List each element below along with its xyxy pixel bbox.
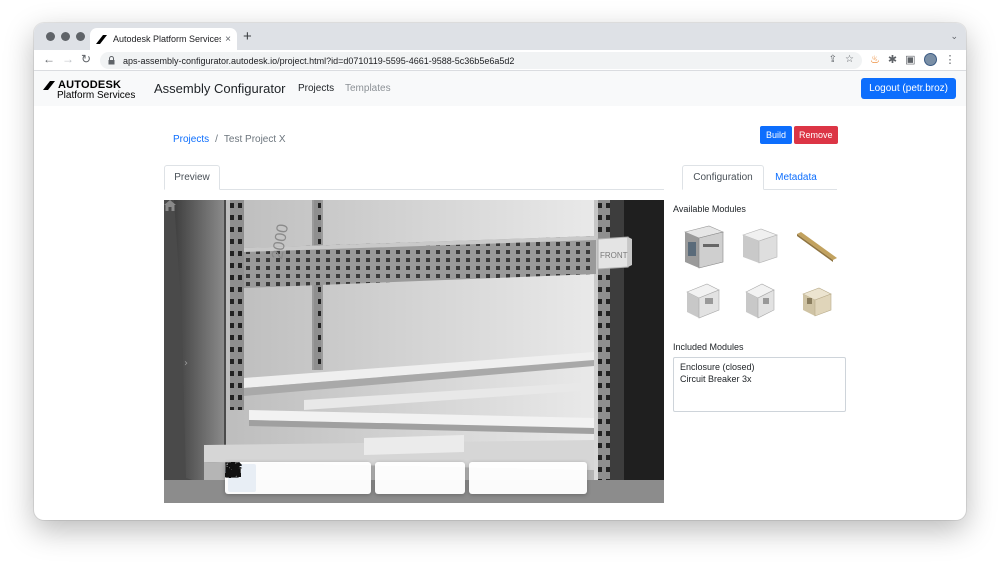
logo-subtitle: Platform Services [57, 90, 136, 101]
din-rail-module[interactable] [790, 220, 844, 272]
tab-metadata[interactable]: Metadata [766, 165, 826, 190]
viewer-toolbar [225, 462, 587, 494]
address-bar[interactable]: aps-assembly-configurator.autodesk.io/pr… [100, 52, 862, 69]
explode-icon[interactable] [226, 463, 462, 492]
enclosure-module[interactable] [676, 220, 730, 272]
dolly-icon[interactable] [226, 462, 312, 492]
first-person-icon[interactable] [227, 462, 340, 492]
autodesk-mark-icon [43, 80, 55, 90]
fullscreen-icon[interactable] [225, 462, 584, 492]
list-item[interactable]: Circuit Breaker 3x [680, 373, 839, 385]
nav-link-projects[interactable]: Projects [298, 83, 334, 94]
available-modules-label: Available Modules [673, 204, 746, 214]
tab-preview[interactable]: Preview [164, 165, 220, 190]
included-modules-label: Included Modules [673, 342, 744, 352]
available-modules-grid [676, 220, 844, 326]
lock-icon [108, 56, 115, 65]
sidebar-icon[interactable]: ▣ [905, 53, 915, 66]
model-tools-group [225, 462, 465, 494]
properties-icon[interactable] [225, 462, 528, 492]
included-modules-list[interactable]: Enclosure (closed) Circuit Breaker 3x [673, 357, 846, 412]
browser-tab[interactable]: Autodesk Platform Services: A × [90, 28, 237, 50]
breadcrumb-separator: / [215, 134, 218, 145]
build-button[interactable]: Build [760, 126, 793, 144]
browser-tab-strip: Autodesk Platform Services: A × + ⌄ [34, 23, 966, 50]
breadcrumb-current: Test Project X [223, 134, 286, 145]
maximize-window-dot[interactable] [76, 32, 85, 41]
browser-menu-icon[interactable]: ⋮ [945, 53, 956, 66]
tab-configuration[interactable]: Configuration [682, 165, 764, 190]
breadcrumb-projects-link[interactable]: Projects [173, 134, 209, 145]
tab-title: Autodesk Platform Services: A [113, 34, 221, 44]
app-title[interactable]: Assembly Configurator [154, 81, 286, 96]
model-browser-icon[interactable] [225, 462, 500, 492]
extension-fire-icon[interactable]: ♨ [870, 53, 880, 66]
panel-tools-group [225, 462, 587, 494]
cube-box-module[interactable] [733, 220, 787, 272]
svg-text:›: › [184, 358, 188, 369]
settings-icon[interactable] [226, 463, 556, 492]
reload-icon[interactable]: ↻ [81, 52, 91, 66]
new-tab-button[interactable]: + [243, 28, 252, 45]
back-arrow-icon[interactable]: ← [43, 52, 55, 66]
pan-icon[interactable] [225, 463, 284, 492]
tab-search-icon[interactable]: ⌄ [950, 31, 958, 42]
logout-button[interactable]: Logout (petr.broz) [861, 78, 956, 99]
browser-toolbar: ← → ↻ aps-assembly-configurator.autodesk… [34, 50, 966, 71]
preview-tabs-divider [164, 189, 664, 190]
view-cube-label: FRONT [600, 251, 628, 260]
navigation-tools-group [225, 462, 371, 494]
circuit-breaker-1p-module[interactable] [733, 274, 787, 326]
section-icon[interactable] [225, 462, 434, 492]
app-navbar: AUTODESK Platform Services Assembly Conf… [34, 71, 966, 106]
autodesk-logo[interactable]: AUTODESK Platform Services [43, 79, 143, 101]
close-window-dot[interactable] [46, 32, 55, 41]
forward-arrow-icon[interactable]: → [62, 52, 74, 66]
remove-button[interactable]: Remove [794, 126, 838, 144]
measure-icon[interactable] [226, 463, 406, 492]
list-item[interactable]: Enclosure (closed) [680, 361, 839, 373]
home-icon[interactable] [164, 200, 176, 211]
tab-close-icon[interactable]: × [225, 34, 231, 45]
cabinet-3d-model: 2000 › [164, 200, 664, 503]
view-cube[interactable]: FRONT [594, 235, 632, 271]
window-controls [46, 32, 85, 41]
breadcrumb: Projects / Test Project X [173, 134, 286, 145]
url-text: aps-assembly-configurator.autodesk.io/pr… [123, 55, 515, 66]
terminal-block-module[interactable] [790, 274, 844, 326]
minimize-window-dot[interactable] [61, 32, 70, 41]
bookmark-star-icon[interactable]: ☆ [845, 54, 854, 65]
profile-avatar[interactable] [923, 53, 937, 66]
camera-icon[interactable] [226, 462, 368, 492]
share-icon[interactable]: ⇪ [829, 54, 837, 65]
autodesk-favicon-icon [96, 34, 107, 45]
3d-viewer[interactable]: 2000 › FRONT [164, 200, 664, 503]
browser-window: Autodesk Platform Services: A × + ⌄ ← → … [34, 23, 966, 520]
circuit-breaker-2p-module[interactable] [676, 274, 730, 326]
extensions-puzzle-icon[interactable]: ✱ [888, 53, 897, 66]
nav-link-templates[interactable]: Templates [345, 83, 391, 94]
